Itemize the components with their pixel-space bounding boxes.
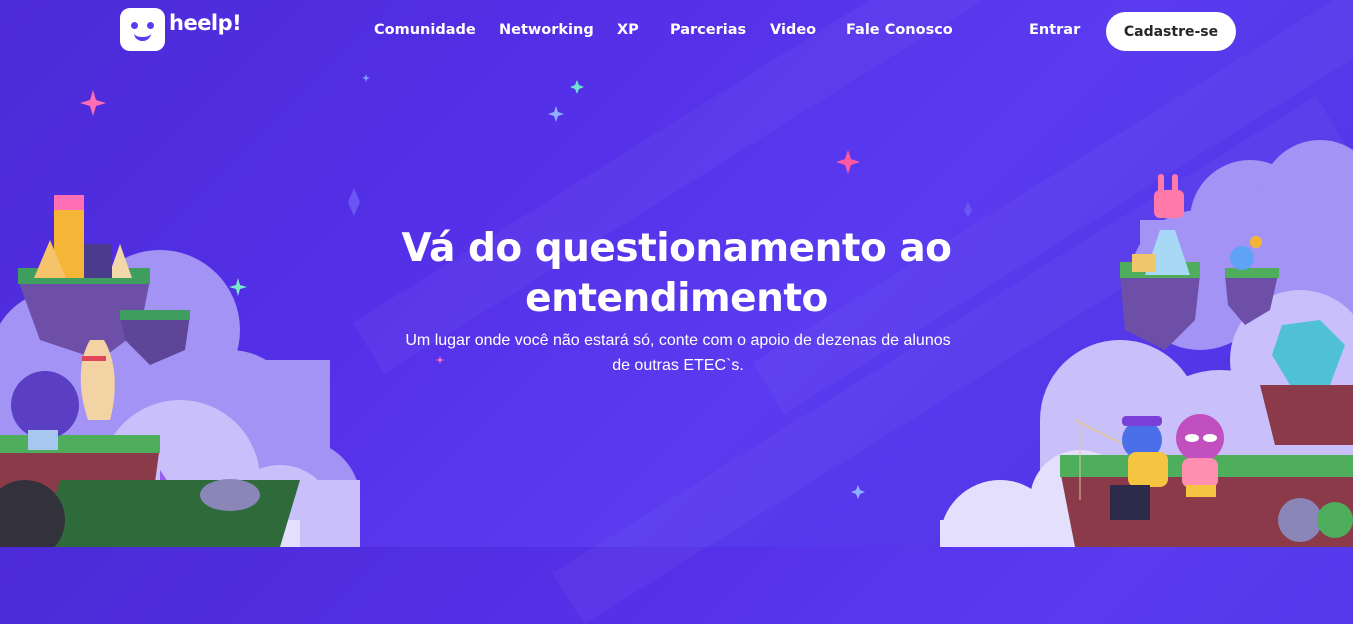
nav-item-fale-conosco[interactable]: Fale Conosco — [846, 22, 953, 38]
hero-title-line1: Vá do questionamento ao — [401, 226, 952, 271]
nav-item-video[interactable]: Video — [770, 22, 816, 38]
hero-subtitle-line1: Um lugar onde você não estará só, conte … — [405, 332, 951, 349]
nav-item-comunidade[interactable]: Comunidade — [374, 22, 476, 38]
sparkle-icon — [836, 150, 860, 174]
hero-title-line2: entendimento — [525, 276, 828, 321]
nav-item-parcerias[interactable]: Parcerias — [670, 22, 746, 38]
nav-item-xp[interactable]: XP — [617, 22, 639, 38]
diamond-shape — [348, 188, 360, 216]
sparkle-icon — [570, 80, 584, 94]
login-link[interactable]: Entrar — [1029, 22, 1080, 38]
sparkle-icon — [80, 90, 106, 116]
diamond-shape — [964, 202, 972, 218]
hero-subtitle-line2: de outras ETEC`s. — [612, 357, 744, 374]
hero-subtitle: Um lugar onde você não estará só, conte … — [400, 328, 956, 378]
nav-item-networking[interactable]: Networking — [499, 22, 594, 38]
sparkle-icon — [851, 485, 865, 499]
hero-title: Vá do questionamento ao entendimento — [0, 224, 1353, 324]
signup-button[interactable]: Cadastre-se — [1106, 12, 1236, 51]
sparkle-icon — [362, 74, 370, 82]
sparkle-icon — [548, 106, 564, 122]
